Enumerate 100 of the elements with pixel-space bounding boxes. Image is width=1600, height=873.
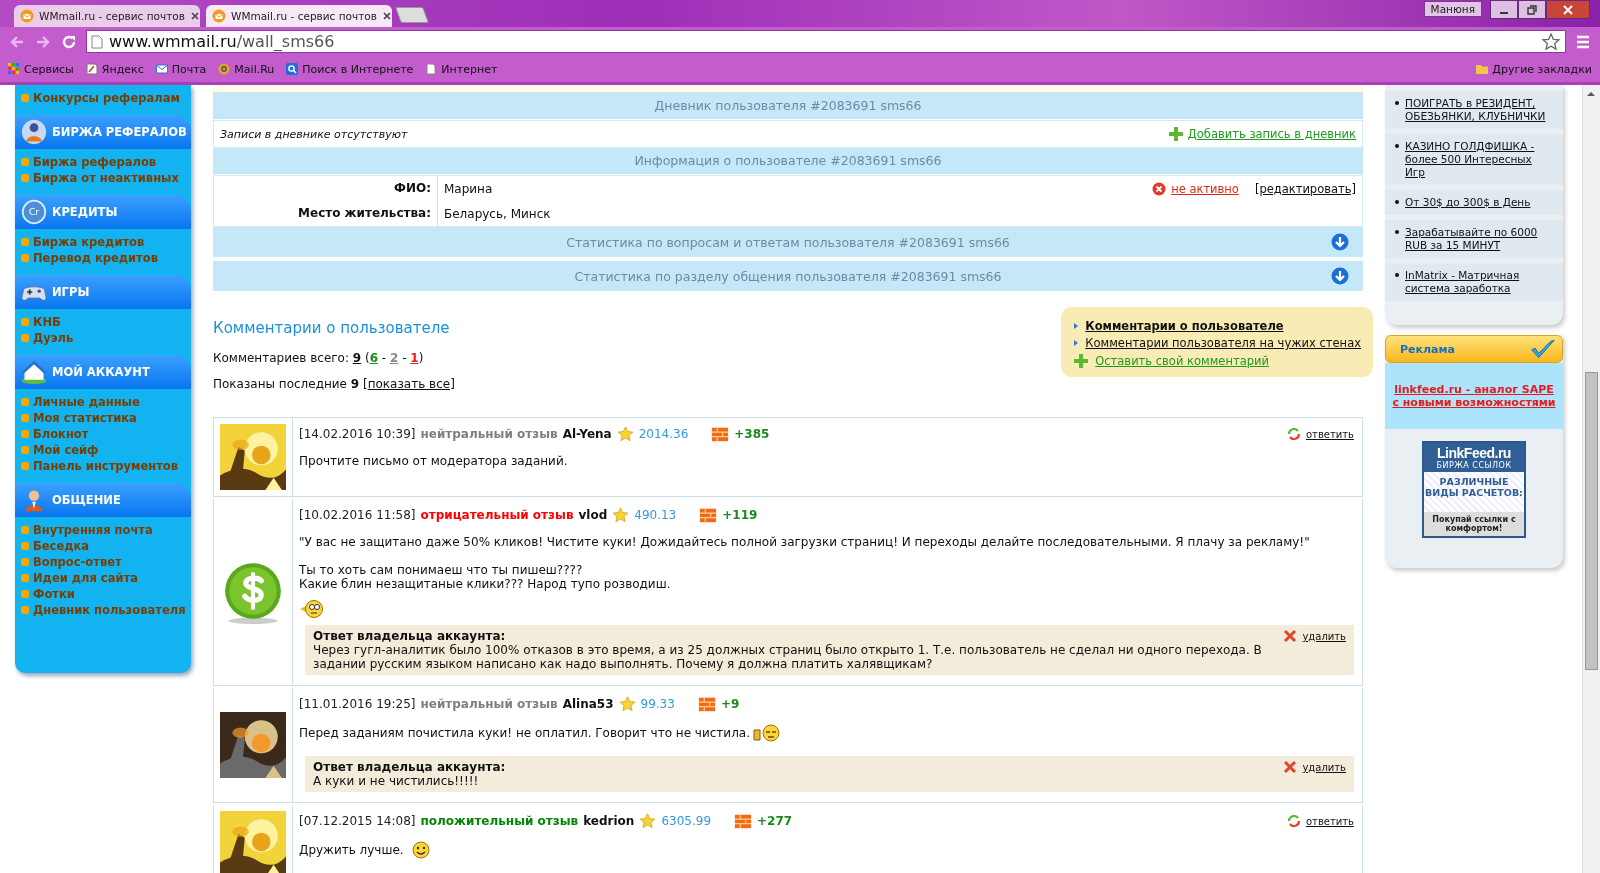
sidebar-link[interactable]: Биржа рефералов <box>21 155 185 169</box>
reply-link[interactable]: ответить <box>1286 427 1354 441</box>
sidebar-link[interactable]: КНБ <box>21 315 185 329</box>
shown-count-text: Показаны последние 9 [показать все] <box>213 377 455 391</box>
close-icon <box>1562 3 1574 16</box>
address-field[interactable]: www.wmmail.ru/wall_sms66 <box>86 30 1566 53</box>
author-link[interactable]: Alina53 <box>562 697 614 711</box>
minimize-button[interactable] <box>1490 0 1518 19</box>
author-link[interactable]: Al-Yena <box>562 427 612 441</box>
sidebar-link[interactable]: Вопрос-ответ <box>21 555 185 569</box>
bookmark-item[interactable]: Сервисы <box>8 62 74 76</box>
bullet-icon <box>21 94 29 102</box>
close-icon[interactable] <box>381 11 392 21</box>
menu-link[interactable]: Оставить свой комментарий <box>1073 353 1361 369</box>
folder-icon <box>1476 63 1489 75</box>
ad-banner[interactable]: LinkFeed.ru БИРЖА ССЫЛОК РАЗЛИЧНЫЕ ВИДЫ РАСЧЕТОВ: Покупай ссылки с комфортом! <box>1422 441 1526 538</box>
menu-link[interactable]: Комментарии пользователя на чужих стенах <box>1073 336 1361 350</box>
delete-link[interactable]: удалить <box>1283 629 1346 643</box>
refresh-icon <box>1286 427 1301 441</box>
envelope-icon <box>155 63 168 75</box>
comment-text: Ты то хоть сам понимаеш что ты пишеш???? Какие блин незащитаные клики??? Народ тупо розводиш. <box>299 563 672 591</box>
section-title: Комментарии о пользователе <box>213 319 451 337</box>
sidebar-link[interactable]: Блокнот <box>21 427 185 441</box>
bookmark-item[interactable]: Яндекс <box>85 62 144 76</box>
minimize-icon <box>1500 11 1508 14</box>
bookmark-item[interactable]: Mail.Ru <box>218 62 275 76</box>
close-button[interactable] <box>1546 0 1590 19</box>
bullet-icon <box>21 158 29 166</box>
expandable-header[interactable]: Статистика по вопросам и ответам пользователя #2083691 sms66 <box>213 227 1363 257</box>
status-link[interactable]: не активно <box>1152 181 1239 196</box>
delete-link[interactable]: удалить <box>1283 760 1346 774</box>
menu-link[interactable]: Комментарии о пользователе <box>1073 319 1361 333</box>
profile-button[interactable]: Манюня <box>1423 1 1482 17</box>
sidebar-link[interactable]: Моя статистика <box>21 411 185 425</box>
count-link[interactable]: 6 <box>369 351 378 365</box>
edit-link[interactable]: [редактировать] <box>1254 181 1356 196</box>
count-link[interactable]: 9 <box>352 351 362 365</box>
author-link[interactable]: kedrion <box>583 814 635 828</box>
sidebar-link[interactable]: Биржа от неактивных <box>21 171 185 185</box>
bullet-icon <box>21 238 29 246</box>
comment-date: [07.12.2015 14:08] <box>299 814 416 828</box>
sidebar-link[interactable]: Перевод кредитов <box>21 251 185 265</box>
bullet-icon <box>21 318 29 326</box>
expand-icon <box>1331 267 1349 285</box>
sidebar-link[interactable]: Дуэль <box>21 331 185 345</box>
field-label: Место жительства: <box>214 201 438 226</box>
browser-tab[interactable]: WMmail.ru - сервис почтов <box>206 5 392 27</box>
bonus-value: +119 <box>722 508 758 522</box>
reply-text: Через гугл-аналитик было 100% отказов в это время, а из 25 должных страниц было открыто 1. Т.е. пользователь не сделал ни одного перехода. В задании русским языком написано как надо выполнять. Почему я должна платить халявщикам? <box>313 643 1263 671</box>
rating-label: положительный отзыв <box>420 814 579 828</box>
banner-headline: РАЗЛИЧНЫЕ ВИДЫ РАСЧЕТОВ: <box>1424 472 1524 512</box>
brick-icon <box>697 695 716 713</box>
star-icon <box>616 425 634 443</box>
bookmark-item[interactable]: Интернет <box>425 62 498 76</box>
up-arrow-icon[interactable] <box>1586 90 1596 98</box>
bookmark-folder[interactable]: Другие закладки <box>1476 62 1592 76</box>
expandable-header[interactable]: Статистика по разделу общения пользователя #2083691 sms66 <box>213 261 1363 291</box>
star-icon[interactable] <box>1541 31 1561 52</box>
banner-logo: LinkFeed.ru <box>1436 445 1512 461</box>
page-icon <box>425 63 438 75</box>
add-entry-link[interactable]: Добавить запись в дневник <box>1167 126 1356 142</box>
sidebar-link[interactable]: Конкурсы рефералам <box>21 91 185 105</box>
sidebar-link[interactable]: Личные данные <box>21 395 185 409</box>
brick-icon <box>699 506 718 524</box>
sidebar-link[interactable]: Внутренняя почта <box>21 523 185 537</box>
close-icon[interactable] <box>189 11 200 21</box>
bullet-icon <box>1395 200 1399 204</box>
sidebar-link[interactable]: Биржа кредитов <box>21 235 185 249</box>
reply-link[interactable]: ответить <box>1286 814 1354 828</box>
show-all-link[interactable]: показать все <box>367 377 451 391</box>
comment-date: [14.02.2016 10:39] <box>299 427 416 441</box>
restore-button[interactable] <box>1518 0 1546 19</box>
star-icon <box>618 695 636 713</box>
field-value: Беларусь, Минск <box>443 206 552 221</box>
banner-footer: Покупай ссылки с комфортом! <box>1424 512 1524 536</box>
rating-label: нейтральный отзыв <box>420 697 558 711</box>
bookmark-item[interactable]: Поиск в Интернете <box>286 62 414 76</box>
browser-tab[interactable]: WMmail.ru - сервис почтов <box>14 5 200 27</box>
search-icon <box>286 63 299 75</box>
thumbs-smiley-icon <box>752 724 782 742</box>
sidebar-link[interactable]: Дневник пользователя <box>21 603 185 617</box>
bullet-icon <box>1395 101 1399 105</box>
banner-subtitle: БИРЖА ССЫЛОК <box>1435 461 1513 470</box>
sidebar-link[interactable]: Мой сейф <box>21 443 185 457</box>
sidebar-link[interactable]: Панель инструментов <box>21 459 185 473</box>
bonus-value: +9 <box>720 697 740 711</box>
scrollbar[interactable] <box>1582 85 1600 873</box>
reply-text: А куки и не чистились!!!!! <box>313 774 480 788</box>
sidebar-link[interactable]: Фотки <box>21 587 185 601</box>
scroll-thumb[interactable] <box>1585 372 1598 670</box>
sidebar-link[interactable]: Идеи для сайта <box>21 571 185 585</box>
x-icon <box>1283 760 1298 774</box>
new-tab-button[interactable] <box>395 7 429 23</box>
sidebar-link[interactable]: Беседка <box>21 539 185 553</box>
bookmark-item[interactable]: Почта <box>155 62 207 76</box>
count-link[interactable]: 1 <box>410 351 419 365</box>
restore-icon <box>1526 3 1538 16</box>
plus-icon <box>1073 353 1090 369</box>
count-link[interactable]: 2 <box>389 351 399 365</box>
author-link[interactable]: vlod <box>578 508 608 522</box>
